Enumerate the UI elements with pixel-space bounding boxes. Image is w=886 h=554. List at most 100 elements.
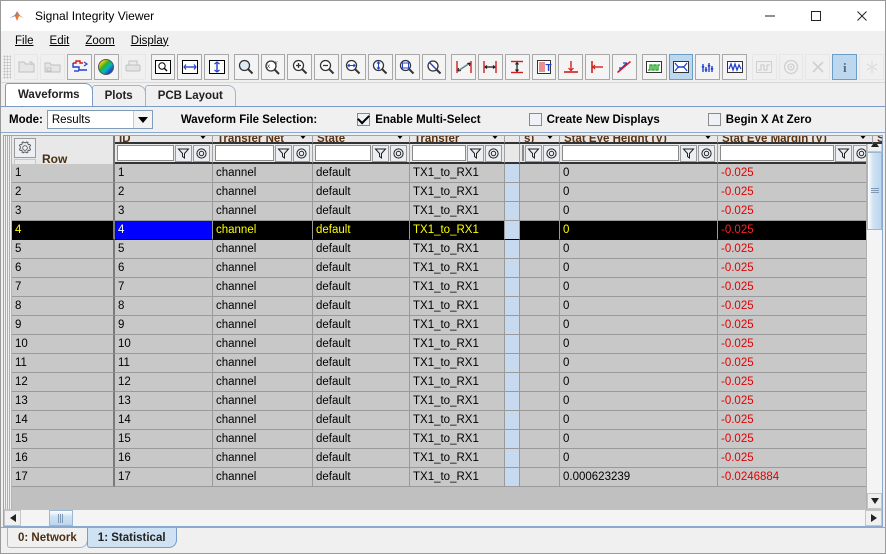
cell-gap[interactable] xyxy=(505,202,520,221)
cell-eye_margin[interactable]: -0.025 xyxy=(718,183,866,202)
cell-id[interactable]: 13 xyxy=(115,392,213,411)
column-state[interactable]: State xyxy=(313,136,410,164)
circuit-icon[interactable] xyxy=(67,54,92,80)
funnel-icon[interactable] xyxy=(372,145,389,162)
close-icon[interactable] xyxy=(839,1,885,31)
cell-row[interactable]: 9 xyxy=(12,316,115,335)
cell-s[interactable] xyxy=(520,449,560,468)
cell-row[interactable]: 11 xyxy=(12,354,115,373)
cell-gap[interactable] xyxy=(505,468,520,487)
checkbox-enable-multi-select[interactable]: Enable Multi-Select xyxy=(357,113,480,126)
cell-id[interactable]: 10 xyxy=(115,335,213,354)
cell-id[interactable]: 11 xyxy=(115,354,213,373)
cell-eye_height[interactable]: 0 xyxy=(560,316,718,335)
cell-eye_margin[interactable]: -0.025 xyxy=(718,354,866,373)
tab-waveforms[interactable]: Waveforms xyxy=(5,83,93,106)
print-icon[interactable] xyxy=(121,54,146,80)
cell-eye_margin[interactable]: -0.0246884 xyxy=(718,468,866,487)
filter-input-eye_margin[interactable] xyxy=(720,145,834,161)
table-row[interactable]: 1616channeldefaultTX1_to_RX10-0.0250.945… xyxy=(12,449,866,468)
cell-s[interactable] xyxy=(520,202,560,221)
checkbox-create-new-displays-box[interactable] xyxy=(529,113,542,126)
zoom-page-icon[interactable] xyxy=(151,54,176,80)
cell-eye_margin[interactable]: -0.025 xyxy=(718,221,866,240)
cell-eye_height[interactable]: 0 xyxy=(560,221,718,240)
color-wheel-icon[interactable] xyxy=(94,54,119,80)
vertical-scroll-thumb[interactable] xyxy=(867,152,882,230)
column-transfer_net[interactable]: Transfer Net xyxy=(213,136,313,164)
checkbox-enable-multi-select-box[interactable] xyxy=(357,113,370,126)
cell-eye_height[interactable]: 0 xyxy=(560,335,718,354)
cell-transfer[interactable]: TX1_to_RX1 xyxy=(410,164,505,183)
table-row[interactable]: 66channeldefaultTX1_to_RX10-0.0250.9453( xyxy=(12,259,866,278)
magnifier-xy-icon[interactable]: xy xyxy=(261,54,286,80)
waveform-plot-icon[interactable] xyxy=(642,54,667,80)
cell-transfer_net[interactable]: channel xyxy=(213,392,313,411)
cell-id[interactable]: 6 xyxy=(115,259,213,278)
cell-gap[interactable] xyxy=(505,373,520,392)
cell-state[interactable]: default xyxy=(313,221,410,240)
cell-transfer[interactable]: TX1_to_RX1 xyxy=(410,183,505,202)
mode-select[interactable]: Results xyxy=(47,110,153,129)
column-header-stat_o[interactable]: Stat O xyxy=(873,136,883,144)
target-ring-icon[interactable] xyxy=(543,145,560,162)
cell-transfer[interactable]: TX1_to_RX1 xyxy=(410,411,505,430)
cell-transfer_net[interactable]: channel xyxy=(213,468,313,487)
cell-row[interactable]: 14 xyxy=(12,411,115,430)
no-slope-icon[interactable] xyxy=(612,54,637,80)
cell-state[interactable]: default xyxy=(313,259,410,278)
cell-gap[interactable] xyxy=(505,411,520,430)
tab-plots[interactable]: Plots xyxy=(92,85,146,106)
cell-eye_margin[interactable]: -0.025 xyxy=(718,316,866,335)
cell-id[interactable]: 8 xyxy=(115,297,213,316)
cell-id[interactable]: 5 xyxy=(115,240,213,259)
cell-s[interactable] xyxy=(520,392,560,411)
column-sort-arrow-icon[interactable] xyxy=(545,136,555,139)
table-row[interactable]: 11channeldefaultTX1_to_RX10-0.0250.9453( xyxy=(12,164,866,183)
cell-s[interactable] xyxy=(520,183,560,202)
cell-eye_height[interactable]: 0 xyxy=(560,392,718,411)
cell-transfer_net[interactable]: channel xyxy=(213,335,313,354)
cell-row[interactable]: 8 xyxy=(12,297,115,316)
filter-input-transfer_net[interactable] xyxy=(215,145,274,161)
cell-gap[interactable] xyxy=(505,278,520,297)
column-sort-arrow-icon[interactable] xyxy=(198,136,208,139)
text-annotation-icon[interactable]: T xyxy=(532,54,557,80)
funnel-icon[interactable] xyxy=(275,145,292,162)
cell-transfer[interactable]: TX1_to_RX1 xyxy=(410,278,505,297)
cell-transfer[interactable]: TX1_to_RX1 xyxy=(410,316,505,335)
column-sort-arrow-icon[interactable] xyxy=(395,136,405,139)
cell-gap[interactable] xyxy=(505,183,520,202)
cell-row[interactable]: 6 xyxy=(12,259,115,278)
cell-row[interactable]: 4 xyxy=(12,221,115,240)
cell-row[interactable]: 2 xyxy=(12,183,115,202)
cell-transfer[interactable]: TX1_to_RX1 xyxy=(410,449,505,468)
cell-transfer_net[interactable]: channel xyxy=(213,164,313,183)
table-row[interactable]: 44channeldefaultTX1_to_RX10-0.0250.94518 xyxy=(12,221,866,240)
table-row[interactable]: 99channeldefaultTX1_to_RX10-0.0250.94510 xyxy=(12,316,866,335)
table-row[interactable]: 1414channeldefaultTX1_to_RX10-0.0250.945… xyxy=(12,411,866,430)
cell-id[interactable]: 15 xyxy=(115,430,213,449)
cell-s[interactable] xyxy=(520,468,560,487)
horizontal-scrollbar[interactable] xyxy=(4,509,882,526)
cell-state[interactable]: default xyxy=(313,449,410,468)
target-icon[interactable] xyxy=(779,54,804,80)
cell-s[interactable] xyxy=(520,411,560,430)
bottom-tab-network[interactable]: 0: Network xyxy=(7,528,88,548)
cell-id[interactable]: 1 xyxy=(115,164,213,183)
column-header-transfer[interactable]: Transfer xyxy=(410,136,505,144)
cell-transfer_net[interactable]: channel xyxy=(213,316,313,335)
cell-row[interactable]: 5 xyxy=(12,240,115,259)
table-row[interactable]: 1010channeldefaultTX1_to_RX10-0.0250.945… xyxy=(12,335,866,354)
cell-s[interactable] xyxy=(520,240,560,259)
cell-state[interactable]: default xyxy=(313,240,410,259)
cell-transfer[interactable]: TX1_to_RX1 xyxy=(410,430,505,449)
cell-state[interactable]: default xyxy=(313,183,410,202)
vertical-scrollbar[interactable] xyxy=(866,136,882,509)
baseline-marker-icon[interactable] xyxy=(558,54,583,80)
tab-pcb-layout[interactable]: PCB Layout xyxy=(145,85,236,106)
horizontal-scroll-track[interactable] xyxy=(21,510,865,526)
cell-id[interactable]: 9 xyxy=(115,316,213,335)
cell-state[interactable]: default xyxy=(313,373,410,392)
cell-row[interactable]: 7 xyxy=(12,278,115,297)
